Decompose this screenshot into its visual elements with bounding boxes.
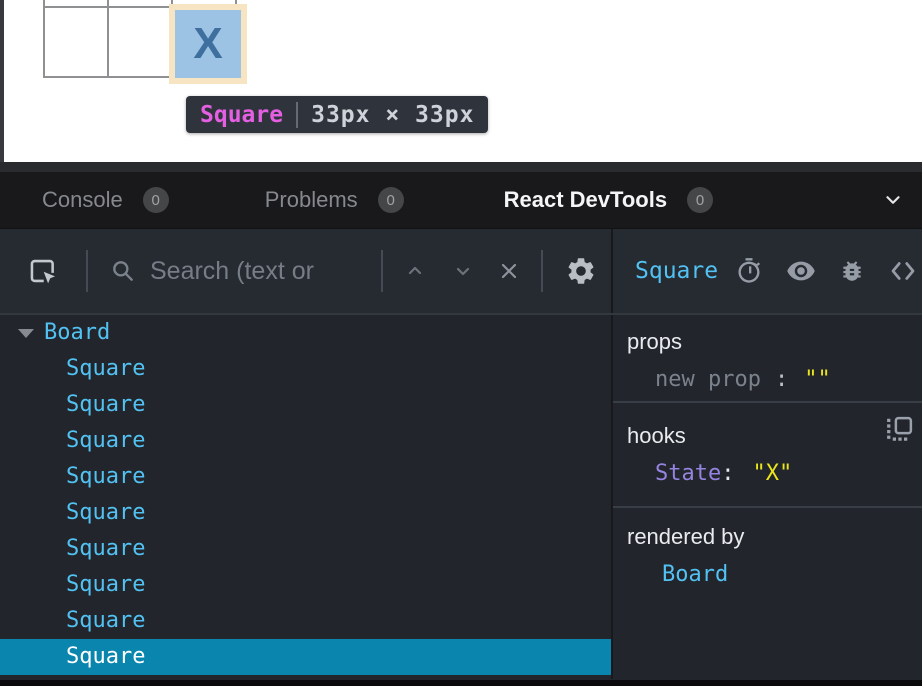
tree-row-square[interactable]: Square [0, 531, 611, 567]
tab-problems-badge: 0 [378, 187, 404, 213]
bottom-edge-strip [0, 680, 922, 686]
tree-row-label: Square [66, 603, 145, 639]
tab-console-badge: 0 [143, 187, 169, 213]
rendered-by-owner-link[interactable]: Board [627, 562, 922, 587]
key-value-separator: : [721, 461, 734, 486]
new-prop-value-input[interactable]: "" [804, 367, 831, 392]
tree-row-square[interactable]: Square [0, 387, 611, 423]
inspect-highlight-content: X [175, 10, 241, 78]
props-title: props [627, 329, 922, 355]
component-tree: Board Square Square Square Square Square… [0, 315, 613, 679]
inspect-dom-eye-icon[interactable] [786, 256, 816, 286]
page-left-edge [0, 0, 4, 162]
clear-search-icon[interactable] [497, 259, 521, 283]
view-source-icon[interactable] [888, 256, 918, 286]
toolbar-divider [541, 250, 543, 292]
component-actions [735, 256, 922, 286]
tree-row-board[interactable]: Board [0, 315, 611, 351]
hooks-title: hooks [627, 423, 922, 449]
state-hook-row: State : "X" [627, 461, 922, 486]
tab-console-label: Console [42, 187, 123, 213]
board-cell[interactable] [108, 7, 172, 77]
hooks-section: hooks State : "X" [613, 403, 922, 508]
state-hook-label: State [655, 461, 721, 486]
tree-row-square[interactable]: Square [0, 351, 611, 387]
tab-console[interactable]: Console 0 [42, 187, 169, 213]
search-previous-icon[interactable] [403, 259, 427, 283]
search-icon [110, 258, 136, 284]
devtools-tab-bar: Console 0 Problems 0 React DevTools 0 [0, 172, 922, 228]
selected-component-name: Square [635, 258, 718, 284]
inspect-highlight-padding: X [169, 4, 247, 84]
browser-page: X Square 33px × 33px [0, 0, 922, 162]
tree-row-label: Board [44, 315, 110, 351]
tree-row-label: Square [66, 531, 145, 567]
tree-row-label: Square [66, 495, 145, 531]
new-prop-input[interactable]: new prop [655, 367, 761, 392]
tooltip-component-name: Square [200, 102, 283, 128]
tree-row-square[interactable]: Square [0, 423, 611, 459]
tab-react-devtools[interactable]: React DevTools 0 [504, 187, 713, 213]
suspend-timer-icon[interactable] [735, 257, 763, 285]
tab-problems-label: Problems [265, 187, 358, 213]
board-cell[interactable] [44, 0, 108, 7]
rendered-by-section: rendered by Board [613, 508, 922, 679]
tree-row-square[interactable]: Square [0, 603, 611, 639]
parse-hook-names-icon[interactable] [884, 415, 914, 448]
devtools-toolbar: Square [0, 229, 922, 315]
tree-row-label: Square [66, 459, 145, 495]
panel-top-strip [0, 162, 922, 172]
inspect-element-icon[interactable] [26, 254, 60, 288]
inspector-panel: props new prop : "" hooks [613, 315, 922, 679]
tab-react-devtools-label: React DevTools [504, 187, 667, 213]
state-hook-value[interactable]: "X" [752, 461, 792, 486]
toolbar-divider [381, 250, 383, 292]
search-input[interactable] [150, 257, 381, 286]
rendered-by-title: rendered by [627, 524, 922, 550]
debug-bug-icon[interactable] [839, 258, 865, 284]
tooltip-dimensions: 33px × 33px [311, 102, 474, 128]
tree-row-label: Square [66, 567, 145, 603]
tree-row-square-selected[interactable]: Square [0, 639, 611, 675]
react-devtools-panel: Square [0, 228, 922, 686]
expand-caret-icon[interactable] [18, 329, 34, 338]
board-cell-value: X [193, 19, 222, 69]
tree-row-square[interactable]: Square [0, 459, 611, 495]
tree-row-square[interactable]: Square [0, 567, 611, 603]
toolbar-divider [86, 250, 88, 292]
search-next-icon[interactable] [451, 259, 475, 283]
board-cell[interactable] [108, 0, 172, 7]
tree-row-label: Square [66, 351, 145, 387]
tree-row-label: Square [66, 423, 145, 459]
board-cell[interactable] [44, 7, 108, 77]
tree-row-square[interactable]: Square [0, 495, 611, 531]
tooltip-divider [296, 102, 298, 128]
toolbar-right: Square [613, 229, 922, 313]
tree-row-label: Square [66, 639, 145, 675]
gear-icon[interactable] [565, 255, 597, 287]
props-section: props new prop : "" [613, 315, 922, 403]
key-value-separator: : [775, 367, 788, 392]
tab-problems[interactable]: Problems 0 [265, 187, 404, 213]
new-prop-row: new prop : "" [627, 367, 922, 392]
tab-react-devtools-badge: 0 [687, 187, 713, 213]
chevron-down-icon[interactable] [882, 189, 904, 211]
toolbar-left [0, 229, 613, 313]
screen: X Square 33px × 33px Console 0 Problems … [0, 0, 922, 686]
devtools-content: Board Square Square Square Square Square… [0, 315, 922, 679]
element-size-tooltip: Square 33px × 33px [186, 96, 488, 133]
tree-row-label: Square [66, 387, 145, 423]
